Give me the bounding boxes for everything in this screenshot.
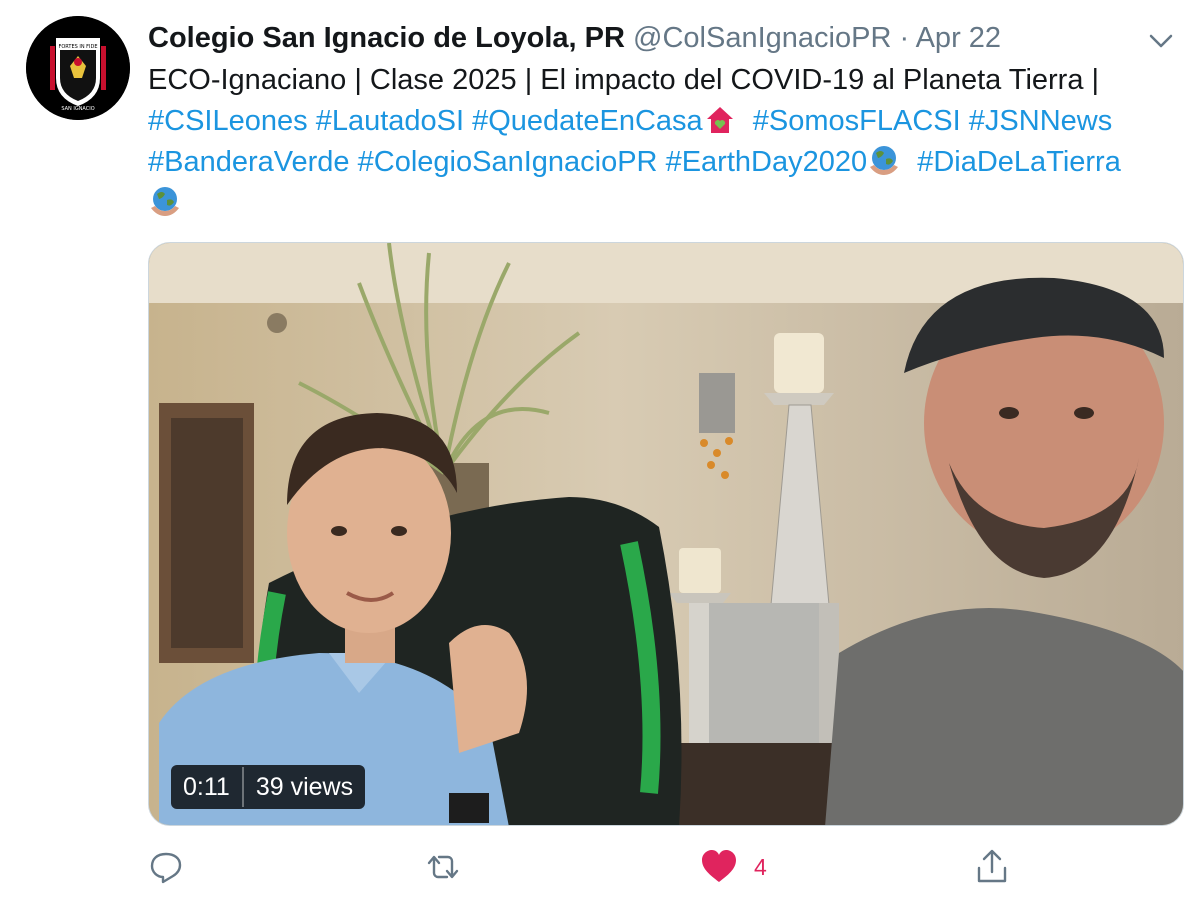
reply-icon — [150, 852, 182, 884]
retweet-button[interactable] — [423, 845, 463, 889]
hashtag-colegiosanignaciopr[interactable]: #ColegioSanIgnacioPR — [358, 146, 658, 178]
author-name[interactable]: Colegio San Ignacio de Loyola, PR — [148, 22, 625, 54]
hashtag-jsnnews[interactable]: #JSNNews — [969, 105, 1112, 137]
video-duration: 0:11 — [183, 773, 230, 801]
avatar[interactable]: FORTES IN FIDE SAN IGNACIO — [26, 16, 130, 120]
share-button[interactable] — [974, 845, 1010, 889]
hashtag-earthday2020[interactable]: #EarthDay2020 — [666, 146, 868, 178]
like-button[interactable]: 4 — [700, 845, 767, 889]
share-icon — [977, 849, 1007, 883]
retweet-icon — [427, 855, 459, 879]
chevron-down-icon — [1149, 34, 1173, 48]
heart-icon — [702, 850, 736, 882]
more-options-chevron[interactable] — [1144, 26, 1178, 56]
video-views: 39 views — [255, 773, 354, 801]
logo-top-text: FORTES IN FIDE — [58, 44, 97, 50]
video-stats-badge: 0:11 39 views — [171, 765, 366, 809]
tweet-date[interactable]: Apr 22 — [916, 22, 1001, 54]
video-thumbnail — [149, 243, 1183, 825]
school-logo-icon: FORTES IN FIDE SAN IGNACIO — [26, 16, 130, 120]
hashtag-quedateencasa[interactable]: #QuedateEnCasa — [472, 105, 703, 137]
like-count: 4 — [754, 853, 767, 880]
earth-globe-hands-emoji-icon — [151, 187, 179, 216]
hashtag-csileones[interactable]: #CSILeones — [148, 105, 308, 137]
hashtag-lautadosi[interactable]: #LautadoSI — [316, 105, 464, 137]
tweet-text-line: ECO-Ignaciano | Clase 2025 | El impacto … — [148, 64, 1100, 96]
action-bar: 4 — [148, 845, 1188, 889]
tweet: FORTES IN FIDE SAN IGNACIO Colegio San I… — [0, 0, 1200, 900]
tweet-text: ECO-Ignaciano | Clase 2025 | El impacto … — [148, 60, 1168, 224]
earth-globe-hands-emoji-icon — [870, 146, 899, 175]
video-player[interactable]: 0:11 39 views — [148, 242, 1184, 826]
separator-dot: · — [899, 22, 910, 54]
reply-button[interactable] — [148, 845, 184, 889]
logo-bottom-text: SAN IGNACIO — [61, 106, 94, 112]
tweet-header: Colegio San Ignacio de Loyola, PR @ColSa… — [148, 18, 1140, 58]
house-with-heart-emoji-icon — [706, 107, 733, 133]
hashtag-somosflacsi[interactable]: #SomosFLACSI — [753, 105, 961, 137]
author-handle[interactable]: @ColSanIgnacioPR — [633, 22, 891, 54]
hashtag-banderaverde[interactable]: #BanderaVerde — [148, 146, 350, 178]
hashtag-diadelatierra[interactable]: #DiaDeLaTierra — [917, 146, 1121, 178]
